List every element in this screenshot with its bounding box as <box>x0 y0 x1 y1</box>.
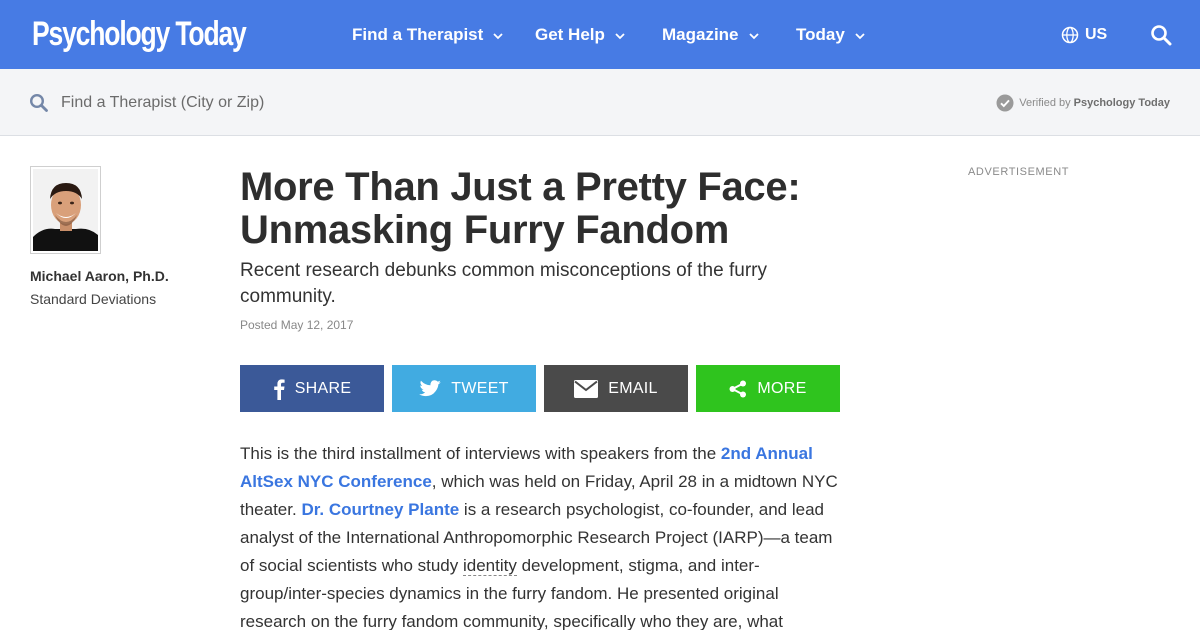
nav-magazine-label: Magazine <box>662 24 739 44</box>
more-share-button[interactable]: MORE <box>696 365 840 412</box>
nav-find-therapist[interactable]: Find a Therapist <box>352 0 505 69</box>
envelope-icon <box>574 379 599 398</box>
author-avatar[interactable] <box>30 166 101 254</box>
nav-today-label: Today <box>796 24 845 44</box>
share-bar: SHARE TWEET EMAIL MORE <box>240 365 840 412</box>
post-date: Posted May 12, 2017 <box>240 318 354 332</box>
search-icon[interactable] <box>1150 24 1172 46</box>
author-name[interactable]: Michael Aaron, Ph.D. <box>30 268 169 284</box>
verified-brand: Psychology Today <box>1073 97 1170 109</box>
body-text: This is the third installment of intervi… <box>240 444 721 463</box>
check-circle-icon <box>996 94 1014 112</box>
email-share-button[interactable]: EMAIL <box>544 365 688 412</box>
article-subtitle: Recent research debunks common misconcep… <box>240 260 767 307</box>
author-blog[interactable]: Standard Deviations <box>30 291 156 307</box>
advertisement-label: ADVERTISEMENT <box>968 166 1070 178</box>
twitter-share-label: TWEET <box>451 379 509 397</box>
article-body: This is the third installment of intervi… <box>240 440 840 630</box>
author-photo <box>33 169 98 251</box>
nav-get-help-label: Get Help <box>535 24 605 44</box>
glossary-term-identity[interactable]: identity <box>462 556 517 576</box>
therapist-search-input[interactable] <box>52 87 652 119</box>
chevron-down-icon <box>615 32 625 39</box>
chevron-down-icon <box>748 32 759 39</box>
region-label: US <box>1085 25 1108 43</box>
twitter-share-button[interactable]: TWEET <box>392 365 536 412</box>
chevron-down-icon <box>493 32 503 39</box>
verified-prefix: Verified by <box>1019 97 1071 109</box>
facebook-share-button[interactable]: SHARE <box>240 365 384 412</box>
nav-magazine[interactable]: Magazine <box>662 0 761 69</box>
globe-icon <box>1061 26 1079 43</box>
nav-get-help[interactable]: Get Help <box>535 0 627 69</box>
top-navbar: Psychology Today Find a Therapist Get He… <box>0 0 1200 69</box>
therapist-search-bar: Verified by Psychology Today <box>0 69 1200 136</box>
site-logo[interactable]: Psychology Today <box>32 14 247 54</box>
article-title: More Than Just a Pretty Face: Unmasking … <box>240 165 801 252</box>
region-selector[interactable]: US <box>1061 0 1107 69</box>
nav-find-therapist-label: Find a Therapist <box>352 24 484 44</box>
facebook-share-label: SHARE <box>294 379 352 397</box>
search-icon <box>29 93 48 112</box>
twitter-icon <box>419 379 442 396</box>
more-share-label: MORE <box>757 379 807 397</box>
nav-today[interactable]: Today <box>796 0 867 69</box>
verified-badge: Verified by Psychology Today <box>996 94 1170 112</box>
email-share-label: EMAIL <box>608 379 658 397</box>
share-icon <box>729 380 747 397</box>
chevron-down-icon <box>855 32 865 39</box>
courtney-plante-link[interactable]: Dr. Courtney Plante <box>301 500 459 519</box>
facebook-icon <box>273 378 285 400</box>
